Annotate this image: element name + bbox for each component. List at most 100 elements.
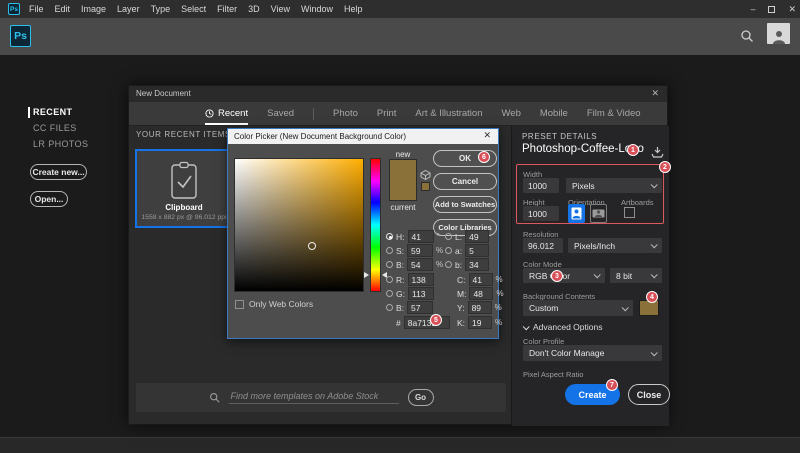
k-input[interactable]: 19 [468,316,492,329]
k-unit: % [495,318,502,327]
sidebar-item-lr-photos[interactable]: LR PHOTOS [33,139,88,149]
b-input[interactable]: 54 [407,258,433,271]
preset-details-panel: PRESET DETAILS Photoshop-Coffee-Logo Wid… [511,126,669,426]
save-preset-icon[interactable] [651,146,664,158]
advanced-options-label: Advanced Options [533,322,602,332]
b2-input[interactable]: 57 [407,301,433,314]
menu-3d[interactable]: 3D [248,4,260,14]
tab-art-illustration[interactable]: Art & Illustration [415,102,482,125]
menu-help[interactable]: Help [344,4,363,14]
menu-window[interactable]: Window [301,4,333,14]
l-input[interactable]: 49 [465,230,489,243]
b3-radio[interactable] [445,261,452,268]
close-button[interactable]: Close [628,384,670,405]
a-input[interactable]: 5 [465,244,489,257]
tab-film-video[interactable]: Film & Video [587,102,641,125]
color-profile-dropdown[interactable]: Don't Color Manage [523,345,662,361]
tab-recent-label: Recent [218,108,248,119]
artboards-checkbox[interactable] [624,207,635,218]
a-radio[interactable] [445,247,452,254]
gamut-warning-icon[interactable] [420,169,431,180]
height-input[interactable]: 1000 [523,206,559,221]
orientation-landscape-button[interactable] [590,204,607,223]
preset-details-header: PRESET DETAILS [522,132,597,141]
y-input[interactable]: 89 [468,301,492,314]
l-radio[interactable] [445,233,452,240]
c-input[interactable]: 41 [469,273,493,286]
background-contents-dropdown[interactable]: Custom [523,300,633,316]
resolution-input[interactable]: 96.012 [523,238,563,253]
y-label: Y: [457,303,465,313]
create-new-button[interactable]: Create new... [30,164,87,180]
web-safe-color-swatch[interactable] [421,182,430,191]
b2-radio[interactable] [386,304,393,311]
g-radio[interactable] [386,290,393,297]
menu-view[interactable]: View [271,4,290,14]
tab-photo[interactable]: Photo [333,102,358,125]
app-icon[interactable]: Ps [8,3,20,15]
sidebar-item-cc-files[interactable]: CC FILES [33,123,77,133]
menu-select[interactable]: Select [181,4,206,14]
document-name-field[interactable]: Photoshop-Coffee-Logo [522,143,642,155]
open-button[interactable]: Open... [30,191,68,207]
close-window-button[interactable]: ✕ [788,4,796,15]
color-field-marker[interactable] [308,242,316,250]
hue-slider[interactable] [370,158,381,292]
bit-depth-dropdown[interactable]: 8 bit [610,268,662,283]
s-radio[interactable] [386,247,393,254]
photoshop-logo: Ps [10,25,31,47]
bit-depth-value: 8 bit [616,271,632,281]
g-label: G: [396,289,405,299]
tab-recent[interactable]: Recent [205,102,248,125]
color-picker-titlebar[interactable]: Color Picker (New Document Background Co… [228,129,498,144]
hex-input[interactable]: 8a7139 [404,316,450,329]
search-icon[interactable] [736,25,758,47]
annotation-7: 7 [606,379,618,391]
tab-web[interactable]: Web [501,102,520,125]
document-type-tabs: Recent Saved Photo Print Art & Illustrat… [129,102,667,126]
stock-search-input[interactable]: Find more templates on Adobe Stock [229,391,399,404]
orientation-portrait-button[interactable] [568,204,585,223]
menu-type[interactable]: Type [151,4,171,14]
m-input[interactable]: 48 [469,287,493,300]
menu-edit[interactable]: Edit [55,4,71,14]
s-input[interactable]: 59 [407,244,433,257]
menu-image[interactable]: Image [81,4,106,14]
resolution-units-dropdown[interactable]: Pixels/Inch [568,238,662,253]
menu-filter[interactable]: Filter [217,4,237,14]
menu-layer[interactable]: Layer [117,4,140,14]
b-radio[interactable] [386,261,393,268]
b3-input[interactable]: 34 [465,258,489,271]
c-unit: % [496,275,503,284]
color-picker-close-icon[interactable]: ✕ [483,130,491,141]
h-input[interactable]: 41 [408,230,434,243]
tab-mobile[interactable]: Mobile [540,102,568,125]
r-input[interactable]: 138 [408,273,434,286]
maximize-button[interactable] [768,6,775,13]
g-input[interactable]: 113 [408,287,434,300]
h-unit: ° [437,232,440,241]
color-mode-dropdown[interactable]: RGB Color [523,268,605,283]
hue-slider-left-arrow[interactable] [364,272,369,278]
advanced-options-toggle[interactable]: Advanced Options [523,322,602,332]
sidebar-item-recent[interactable]: RECENT [33,107,72,117]
color-mode-value: RGB Color [529,271,570,281]
width-input[interactable]: 1000 [523,178,559,193]
menu-file[interactable]: File [29,4,44,14]
stock-go-button[interactable]: Go [408,389,434,406]
units-dropdown[interactable]: Pixels [566,178,662,193]
add-to-swatches-button[interactable]: Add to Swatches [433,196,497,213]
tab-saved[interactable]: Saved [267,102,294,125]
recent-item-clipboard[interactable]: Clipboard 1558 x 882 px @ 96.012 ppi [135,149,233,228]
user-avatar[interactable] [767,23,790,44]
saturation-brightness-field[interactable] [234,158,364,292]
minimize-button[interactable]: – [750,4,755,14]
only-web-colors-checkbox[interactable] [235,300,244,309]
new-current-color-swatch [389,159,417,201]
close-dialog-icon[interactable]: ✕ [651,88,659,99]
r-radio[interactable] [386,276,393,283]
h-radio[interactable] [386,233,393,240]
tab-print[interactable]: Print [377,102,397,125]
cancel-button[interactable]: Cancel [433,173,497,190]
b-label: B: [396,260,404,270]
